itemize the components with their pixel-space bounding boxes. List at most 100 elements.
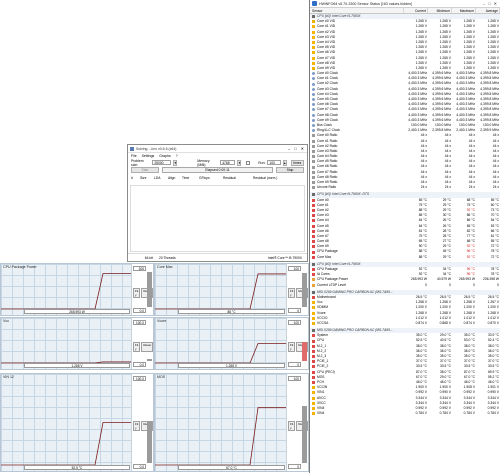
col-align[interactable]: Align bbox=[168, 176, 182, 180]
clock-icon bbox=[312, 82, 315, 86]
scale-max-input[interactable]: 100 bbox=[288, 376, 301, 381]
memory-dropdown-icon[interactable]: ▾ bbox=[237, 159, 242, 166]
sensor-row[interactable]: Current cTDP Level 0 0 0 0 bbox=[310, 283, 500, 288]
footer-cpu: Intel® Core™ i9-7900X bbox=[267, 255, 302, 260]
run-spin-icon[interactable]: ▴ bbox=[282, 159, 287, 166]
fit-y-button[interactable]: Fit y bbox=[133, 341, 141, 352]
col-sensor[interactable]: Sensor bbox=[310, 8, 404, 13]
sensor-row[interactable]: VCCSA 0.874 V 0.868 V 0.874 V 0.870 V bbox=[310, 321, 500, 326]
col-residual-norm[interactable]: Residual (norm.) bbox=[253, 176, 289, 180]
bench-titlebar[interactable]: Solving - Linx v0.6.5 (x64) – □ ✕ bbox=[128, 145, 307, 153]
clock-icon bbox=[312, 77, 315, 81]
volt-icon bbox=[312, 51, 315, 55]
col-average[interactable]: Average bbox=[476, 8, 500, 13]
col-lda[interactable]: LDA bbox=[154, 176, 168, 180]
fit-y-button[interactable]: Fit y bbox=[288, 420, 296, 431]
sensor-name: Uncore Ratio bbox=[317, 185, 337, 190]
sensor-row[interactable]: Core Max 88 °C 29 °C 92 °C 72 °C bbox=[310, 255, 500, 260]
ratio-icon bbox=[312, 170, 315, 174]
scale-max-input[interactable]: 100.0 bbox=[133, 376, 146, 381]
ratio-icon bbox=[312, 186, 315, 190]
run-label: Run: bbox=[258, 160, 266, 165]
menu-file[interactable]: File bbox=[131, 154, 137, 158]
reset-button[interactable]: Reset bbox=[141, 341, 153, 352]
minimize-icon[interactable]: – bbox=[288, 146, 290, 151]
volt-icon bbox=[312, 316, 315, 320]
times-dropdown[interactable]: times bbox=[290, 159, 304, 166]
current-value-label: 1.268 V bbox=[24, 363, 130, 368]
scale-min-input[interactable]: 0.0 bbox=[133, 464, 146, 469]
volt-icon bbox=[312, 311, 315, 315]
graph-panel[interactable]: Vcc 100.0 Fit y Reset 0.0 1.268 V bbox=[0, 317, 154, 370]
scale-max-input[interactable]: 300 bbox=[133, 266, 146, 271]
results-table[interactable] bbox=[130, 185, 305, 252]
graph-plot bbox=[1, 422, 133, 466]
scale-min-input[interactable]: 0.0 bbox=[133, 308, 146, 313]
problem-size-input[interactable]: 25000 bbox=[152, 160, 172, 165]
col-maximum[interactable]: Maximum bbox=[452, 8, 476, 13]
hwinfo-title: HWiNFO64 v5.70-3300 Sensor Status [163 v… bbox=[319, 1, 413, 6]
chip-icon bbox=[312, 262, 315, 266]
scale-max-input[interactable]: 100.0 bbox=[133, 320, 146, 325]
volt-icon bbox=[312, 321, 315, 325]
col-size[interactable]: Size bbox=[140, 176, 154, 180]
start-button[interactable]: Start bbox=[131, 167, 159, 173]
col-current[interactable]: Current bbox=[404, 8, 428, 13]
scale-min-input[interactable]: 0 bbox=[288, 464, 301, 469]
graph-line bbox=[1, 273, 133, 310]
temp-icon bbox=[312, 209, 315, 213]
hwinfo-titlebar[interactable]: HWiNFO64 v5.70-3300 Sensor Status [163 v… bbox=[310, 0, 500, 8]
col-residual[interactable]: Residual bbox=[223, 176, 253, 180]
temp-icon bbox=[312, 214, 315, 218]
volt-icon bbox=[312, 20, 315, 24]
temp-icon bbox=[312, 375, 315, 379]
all-checkbox[interactable] bbox=[246, 160, 251, 165]
hwinfo-window[interactable]: HWiNFO64 v5.70-3300 Sensor Status [163 v… bbox=[309, 0, 500, 473]
scale-max-input[interactable]: 100 bbox=[288, 266, 301, 271]
col-minimum[interactable]: Minimum bbox=[428, 8, 452, 13]
ratio-icon bbox=[312, 181, 315, 185]
graph-panel[interactable]: VIN 12100.0Fit yReset0.052.5 °C bbox=[0, 373, 154, 472]
problem-size-dropdown-icon[interactable]: ▾ bbox=[173, 159, 178, 166]
maximize-icon[interactable]: □ bbox=[294, 146, 296, 151]
scale-min-input[interactable]: 0.0 bbox=[133, 362, 146, 367]
col-gflops[interactable]: GFlops bbox=[199, 176, 223, 180]
clock-icon bbox=[312, 108, 315, 112]
graph-panel[interactable]: Vcore100Fit yReset01.268 V bbox=[154, 317, 309, 370]
close-icon[interactable]: ✕ bbox=[301, 146, 304, 151]
run-input[interactable]: 100 bbox=[267, 160, 281, 165]
close-icon[interactable]: ✕ bbox=[494, 1, 497, 6]
sensor-row[interactable]: VIN4 0.784 V 0.784 V 0.784 V 0.784 V bbox=[310, 411, 500, 416]
graph-panel[interactable]: MOS100Fit yReset067.0 °C bbox=[154, 373, 309, 472]
clock-icon bbox=[312, 124, 315, 128]
graph-panel[interactable]: Core Max100Fit yReset088 °C bbox=[154, 263, 309, 316]
ratio-icon bbox=[312, 175, 315, 179]
stop-button[interactable]: Stop bbox=[276, 167, 304, 173]
fit-y-button[interactable]: Fit y bbox=[133, 287, 141, 298]
scale-min-input[interactable]: 0 bbox=[288, 308, 301, 313]
current-value-label: 67.0 °C bbox=[178, 465, 285, 470]
sensor-list[interactable]: CPU [#0]: Intel Core i9-7900X Core #0 VID… bbox=[310, 14, 500, 473]
memory-input[interactable]: 4768 bbox=[220, 160, 236, 165]
scale-max-input[interactable]: 100 bbox=[288, 320, 301, 325]
chip-icon bbox=[312, 15, 315, 19]
clock-icon bbox=[312, 98, 315, 102]
fit-y-button[interactable]: Fit y bbox=[133, 420, 141, 431]
col-index[interactable]: # bbox=[131, 176, 140, 180]
ratio-icon bbox=[312, 149, 315, 153]
benchmark-window[interactable]: Solving - Linx v0.6.5 (x64) – □ ✕ File S… bbox=[127, 144, 308, 262]
temp-icon bbox=[312, 365, 315, 369]
minimize-icon[interactable]: – bbox=[483, 1, 485, 6]
sensor-row[interactable]: Uncore Ratio 24 x 24 x 24 x 24 x bbox=[310, 185, 500, 190]
maximize-icon[interactable]: □ bbox=[488, 1, 490, 6]
menu-help[interactable]: ? bbox=[176, 154, 178, 158]
menu-graphs[interactable]: Graphs bbox=[159, 154, 170, 158]
fit-y-button[interactable]: Fit y bbox=[288, 341, 296, 352]
graph-panel[interactable]: CPU Package Power300Fit yReset0.0265.993… bbox=[0, 263, 154, 316]
scale-min-input[interactable]: 0 bbox=[288, 362, 301, 367]
fit-y-button[interactable]: Fit y bbox=[288, 287, 296, 298]
volt-icon bbox=[312, 66, 315, 70]
graph-title: Core Max bbox=[157, 265, 173, 269]
col-time[interactable]: Time bbox=[182, 176, 199, 180]
menu-settings[interactable]: Settings bbox=[142, 154, 155, 158]
